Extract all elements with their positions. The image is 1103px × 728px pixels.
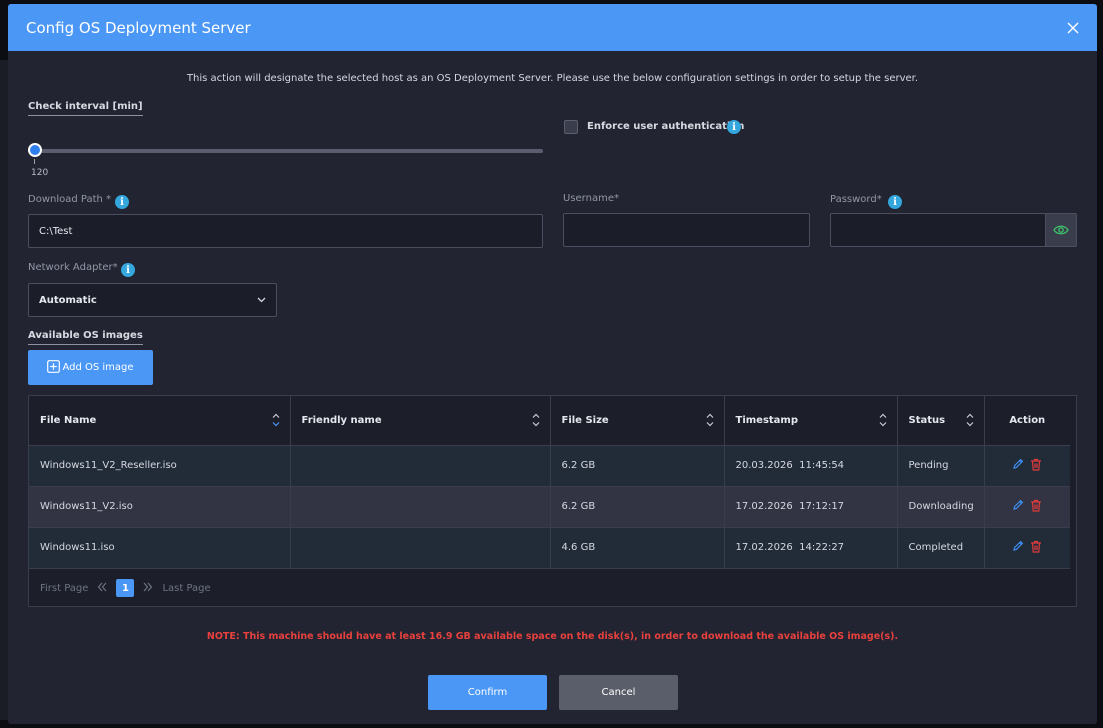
auth-info-icon[interactable]: i [727, 120, 741, 134]
network-adapter-select[interactable]: Automatic [28, 283, 277, 317]
chevron-down-icon [257, 295, 266, 306]
username-label: Username* [563, 193, 619, 204]
col-file-size[interactable]: File Size [550, 396, 725, 446]
enforce-auth-label: Enforce user authentication [587, 121, 745, 132]
add-os-image-button[interactable]: Add OS image [28, 350, 153, 385]
cancel-button[interactable]: Cancel [559, 675, 678, 710]
sort-icon[interactable] [706, 413, 714, 427]
cell-file-size: 6.2 GB [550, 486, 725, 528]
table-row[interactable]: Windows11_V2.iso 6.2 GB 17.02.2026 17:12… [29, 486, 1070, 528]
username-input[interactable] [563, 213, 810, 247]
cell-timestamp: 20.03.2026 11:45:54 [724, 445, 898, 487]
col-status[interactable]: Status [897, 396, 985, 446]
show-password-button[interactable] [1045, 213, 1077, 247]
pagination: First Page 1 Last Page [40, 579, 211, 597]
intro-text: This action will designate the selected … [186, 73, 919, 84]
cell-friendly-name [290, 445, 551, 487]
table-header-row: File Name Friendly name File Size Timest… [29, 396, 1070, 446]
cell-action [984, 486, 1070, 528]
delete-trash-icon[interactable] [1030, 540, 1042, 556]
page-1-button[interactable]: 1 [116, 579, 135, 597]
config-dialog: Config OS Deployment Server This action … [8, 4, 1097, 724]
cell-status: Downloading [897, 486, 985, 528]
edit-pencil-icon[interactable] [1012, 499, 1024, 514]
enforce-auth-checkbox[interactable] [564, 120, 578, 134]
cell-file-size: 4.6 GB [550, 527, 725, 569]
dialog-header: Config OS Deployment Server [8, 4, 1097, 51]
download-path-input[interactable]: C:\Test [28, 214, 543, 248]
eye-icon [1053, 221, 1069, 240]
cell-friendly-name [290, 527, 551, 569]
edit-pencil-icon[interactable] [1012, 540, 1024, 555]
download-path-label: Download Path * [28, 194, 112, 205]
dialog-title: Config OS Deployment Server [26, 18, 251, 37]
col-timestamp[interactable]: Timestamp [724, 396, 898, 446]
col-friendly-name[interactable]: Friendly name [290, 396, 551, 446]
cell-friendly-name [290, 486, 551, 528]
cell-file-size: 6.2 GB [550, 445, 725, 487]
password-info-icon[interactable]: i [888, 195, 902, 209]
cell-action [984, 527, 1070, 569]
confirm-button[interactable]: Confirm [428, 675, 547, 710]
sort-icon[interactable] [879, 413, 887, 427]
cell-action [984, 445, 1070, 487]
plus-box-icon [47, 359, 61, 376]
cell-file-name: Windows11_V2.iso [29, 486, 291, 528]
disk-space-note: NOTE: This machine should have at least … [206, 631, 899, 642]
cell-timestamp: 17.02.2026 17:12:17 [724, 486, 898, 528]
password-input[interactable] [830, 213, 1046, 247]
download-path-info-icon[interactable]: i [115, 195, 129, 209]
slider-tick [34, 159, 35, 164]
cell-timestamp: 17.02.2026 14:22:27 [724, 527, 898, 569]
network-adapter-info-icon[interactable]: i [121, 263, 135, 277]
cell-file-name: Windows11.iso [29, 527, 291, 569]
add-os-image-label: Add OS image [62, 362, 134, 373]
cell-status: Completed [897, 527, 985, 569]
sort-icon[interactable] [272, 413, 280, 427]
delete-trash-icon[interactable] [1030, 499, 1042, 515]
col-action: Action [984, 396, 1070, 446]
table-row[interactable]: Windows11_V2_Reseller.iso 6.2 GB 20.03.2… [29, 445, 1070, 487]
first-page-link[interactable]: First Page [40, 583, 88, 594]
os-images-table: File Name Friendly name File Size Timest… [28, 395, 1077, 607]
available-images-label: Available OS images [28, 330, 143, 345]
delete-trash-icon[interactable] [1030, 458, 1042, 474]
cell-status: Pending [897, 445, 985, 487]
interval-value: 120 [31, 168, 49, 178]
close-icon[interactable] [1065, 20, 1081, 36]
cell-file-name: Windows11_V2_Reseller.iso [29, 445, 291, 487]
table-row[interactable]: Windows11.iso 4.6 GB 17.02.2026 14:22:27… [29, 527, 1070, 569]
check-interval-label: Check interval [min] [28, 101, 143, 116]
col-file-name[interactable]: File Name [29, 396, 291, 446]
password-label: Password* [830, 194, 882, 205]
chevrons-right-icon[interactable] [143, 582, 153, 595]
last-page-link[interactable]: Last Page [162, 583, 210, 594]
network-adapter-value: Automatic [39, 294, 97, 306]
chevrons-left-icon[interactable] [97, 582, 107, 595]
interval-slider-thumb[interactable] [28, 143, 42, 157]
network-adapter-label: Network Adapter* [28, 262, 118, 273]
interval-slider-track[interactable] [28, 149, 543, 153]
edit-pencil-icon[interactable] [1012, 458, 1024, 473]
sort-icon[interactable] [966, 413, 974, 427]
backdrop [0, 60, 8, 720]
sort-icon[interactable] [532, 413, 540, 427]
